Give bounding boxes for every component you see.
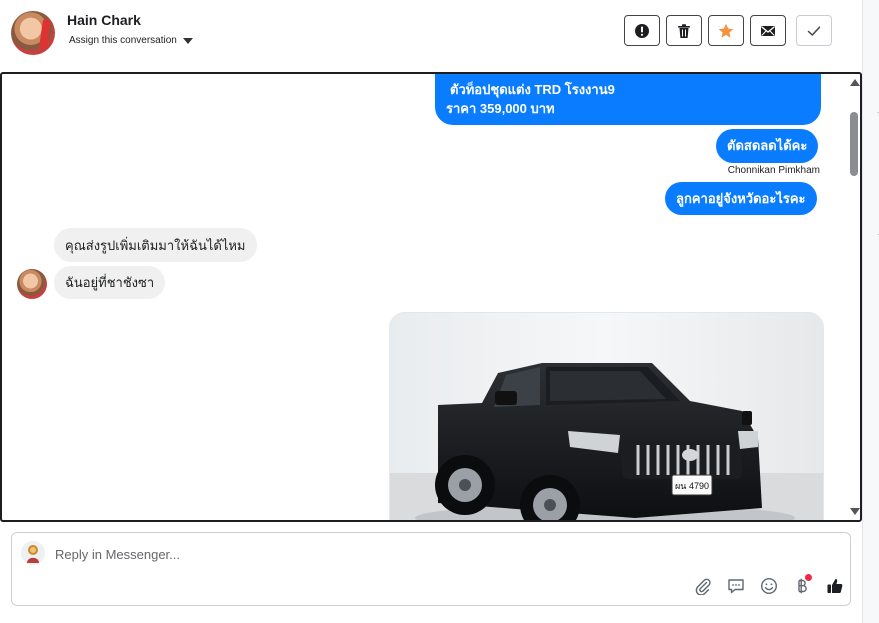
license-plate-text: ผน 4790	[675, 481, 709, 491]
scroll-down-arrow-icon[interactable]	[850, 508, 860, 515]
truck-photo: ผน 4790	[390, 313, 823, 520]
trash-icon	[678, 23, 690, 38]
star-button[interactable]	[708, 15, 744, 46]
payment-button[interactable]	[791, 574, 813, 597]
reply-input[interactable]	[55, 543, 655, 565]
header-actions	[624, 15, 832, 46]
thumbs-up-icon	[827, 579, 843, 593]
emoji-button[interactable]	[758, 575, 780, 597]
contact-avatar[interactable]	[11, 11, 55, 55]
message-bubble-outgoing[interactable]: ลูกคาอยู่จังหวัดอะไรคะ	[665, 182, 817, 215]
mark-done-button[interactable]	[796, 15, 832, 46]
envelope-icon	[761, 25, 775, 36]
scroll-thumb[interactable]	[850, 112, 858, 176]
contact-name[interactable]: Hain Chark	[67, 12, 141, 28]
image-attachment[interactable]: ผน 4790	[389, 312, 824, 520]
star-icon	[718, 23, 734, 38]
emoji-icon	[760, 577, 778, 595]
check-icon	[807, 25, 821, 36]
message-bubble-incoming[interactable]: คุณส่งรูปเพิ่มเติมมาให้ฉันได้ไหม	[54, 228, 257, 262]
mark-spam-button[interactable]	[624, 15, 660, 46]
conversation-header: Hain Chark Assign this conversation	[0, 0, 862, 70]
paperclip-icon	[695, 578, 711, 595]
attach-button[interactable]	[692, 575, 714, 597]
scroll-up-arrow-icon[interactable]	[850, 79, 860, 86]
side-panel-edge	[862, 0, 879, 623]
assign-label: Assign this conversation	[69, 35, 177, 46]
caret-down-icon	[182, 37, 193, 44]
message-text: ราคา 359,000 บาท	[446, 101, 555, 116]
assign-conversation-dropdown[interactable]: Assign this conversation	[69, 35, 193, 46]
agent-avatar	[21, 541, 45, 565]
thread-scrollbar[interactable]	[848, 74, 860, 520]
message-bubble-outgoing[interactable]: ตัวท็อปชุดแต่ง TRD โรงงาน9 ราคา 359,000 …	[435, 74, 821, 125]
saved-replies-button[interactable]	[725, 575, 747, 597]
message-bubble-incoming[interactable]: ฉันอยู่ที่ชาชังซา	[54, 266, 166, 299]
message-text: ตัวท็อปชุดแต่ง TRD โรงงาน9	[450, 82, 615, 97]
comment-icon	[728, 579, 744, 594]
mark-unread-button[interactable]	[750, 15, 786, 46]
exclamation-circle-icon	[635, 23, 649, 38]
message-thread[interactable]: ตัวท็อปชุดแต่ง TRD โรงงาน9 ราคา 359,000 …	[0, 72, 862, 522]
mascot-avatar-icon	[21, 541, 45, 565]
contact-avatar-small	[17, 269, 47, 299]
sender-name: Chonnikan Pimkham	[727, 165, 820, 176]
reply-composer	[11, 532, 851, 606]
composer-tools	[692, 574, 846, 597]
conversation-panel: Hain Chark Assign this conversation ตัวท…	[0, 0, 862, 623]
delete-button[interactable]	[666, 15, 702, 46]
notification-dot	[805, 574, 812, 581]
send-like-button[interactable]	[824, 575, 846, 597]
message-bubble-outgoing[interactable]: ตัดสดลดได้คะ	[716, 129, 819, 163]
